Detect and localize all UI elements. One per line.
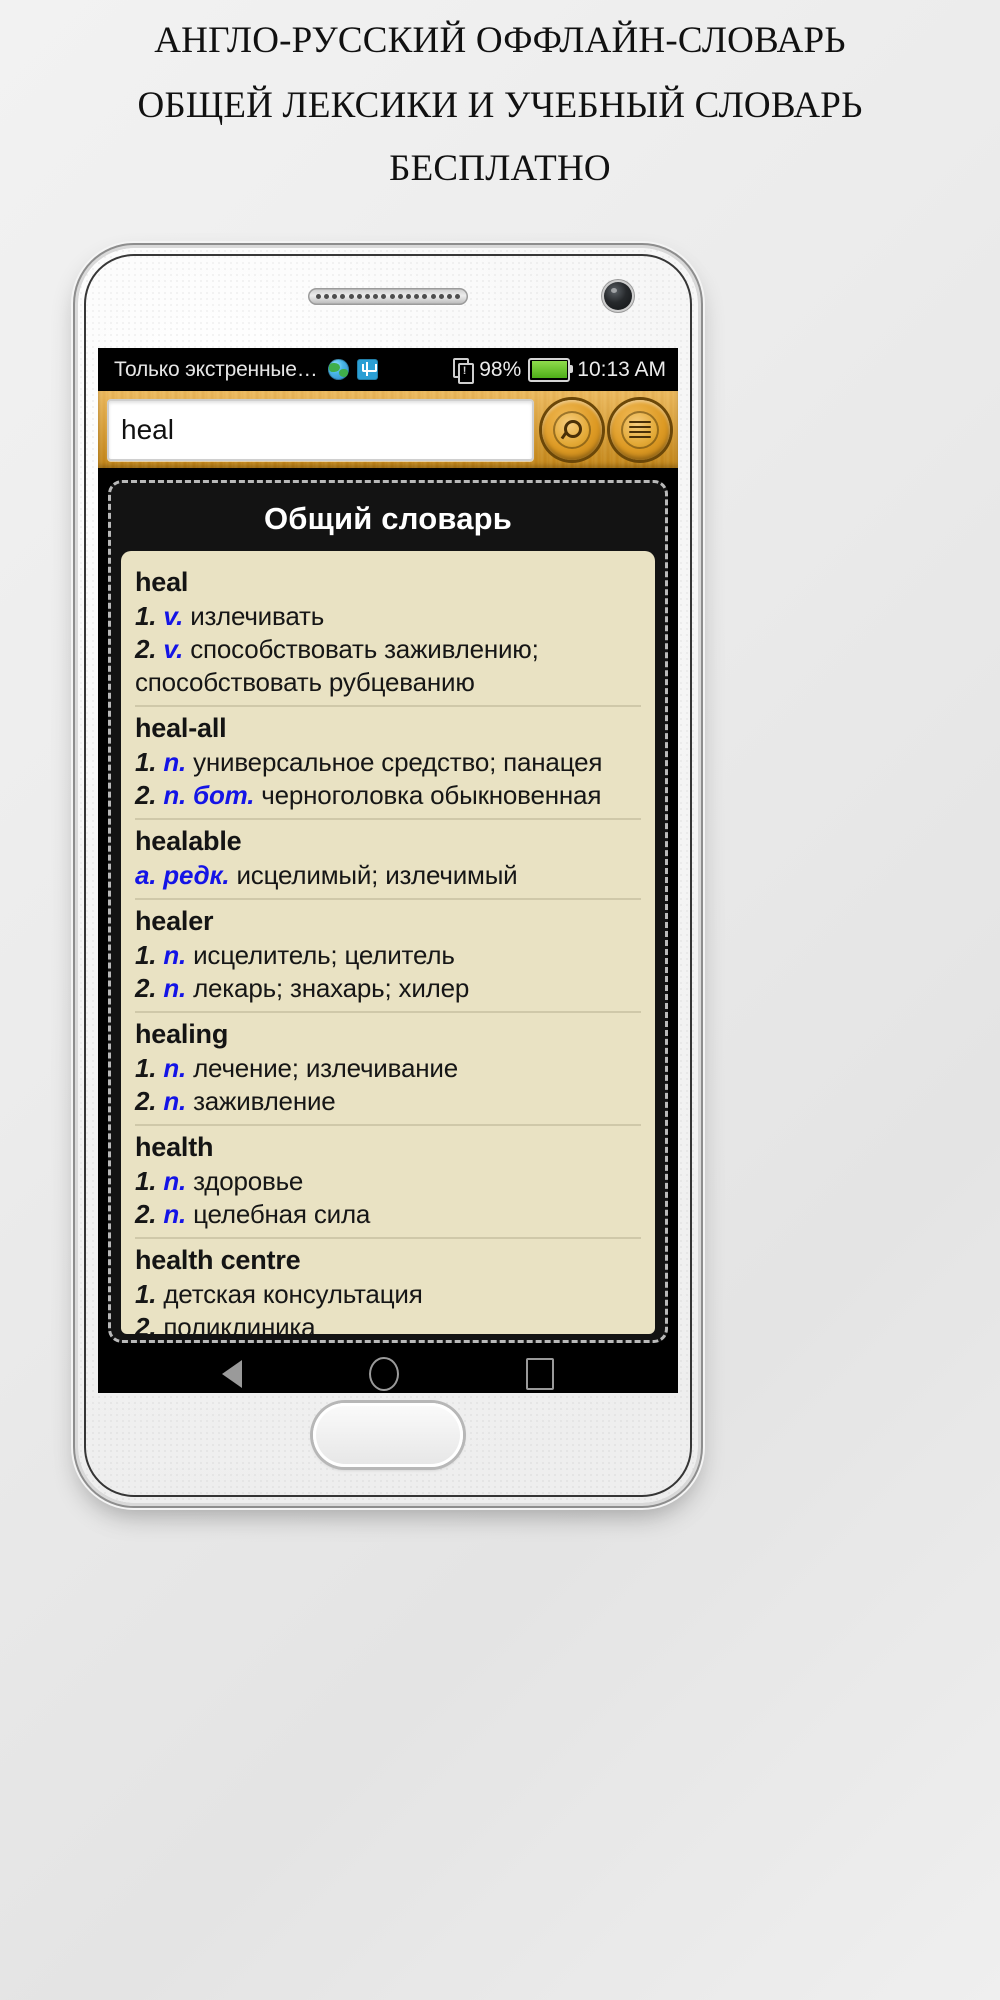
back-triangle-icon[interactable]	[221, 1360, 242, 1388]
sense: a. редк. исцелимый; излечимый	[135, 859, 641, 892]
menu-button[interactable]	[610, 399, 670, 460]
sense-text: лекарь; знахарь; хилер	[193, 973, 470, 1004]
sense: 2. v. способствовать заживлению; способс…	[135, 633, 641, 700]
sense-text: черноголовка обыкновенная	[261, 780, 602, 811]
headword: healable	[135, 826, 242, 857]
headword: heal-all	[135, 713, 227, 744]
dictionary-content: Общий словарь heal 1. v. излечивать 2. v…	[98, 468, 678, 1343]
sense: 1. n. лечение; излечивание	[135, 1052, 641, 1085]
headword: healing	[135, 1019, 229, 1050]
sense-text: заживление	[193, 1086, 336, 1117]
headline-line-3: БЕСПЛАТНО	[389, 148, 611, 189]
globe-icon	[327, 359, 349, 380]
search-button[interactable]	[542, 399, 602, 460]
sense: 1. n. исцелитель; целитель	[135, 939, 641, 972]
part-of-speech: n.	[163, 1199, 187, 1230]
home-button[interactable]	[313, 1403, 463, 1467]
sense: 2. n. лекарь; знахарь; хилер	[135, 972, 641, 1005]
list-item[interactable]: heal 1. v. излечивать 2. v. способствова…	[135, 561, 641, 708]
sense-number: 1.	[135, 1165, 157, 1196]
carrier-label: Только экстренные…	[114, 357, 318, 381]
part-of-speech: n.	[163, 1052, 187, 1083]
headword: heal	[135, 567, 189, 597]
sense-text: лечение; излечивание	[193, 1052, 458, 1083]
part-of-speech: n.	[163, 1086, 187, 1117]
sense: 2. n. заживление	[135, 1085, 641, 1118]
part-of-speech: v.	[163, 633, 184, 664]
sense: 1. n. здоровье	[135, 1165, 641, 1198]
search-toolbar: heal	[98, 391, 678, 468]
sense-text: поликлиника	[163, 1312, 316, 1334]
sense-text: детская консультация	[163, 1279, 423, 1310]
list-item[interactable]: heal-all 1. n. универсальное средство; п…	[135, 707, 641, 821]
sense-number: 2.	[135, 633, 157, 664]
headline-line-1: АНГЛО-РУССКИЙ ОФФЛАЙН-СЛОВАРЬ	[154, 20, 846, 61]
sense: 1. n. универсальное средство; панацея	[135, 746, 641, 779]
list-item[interactable]: healer 1. n. исцелитель; целитель 2. n. …	[135, 900, 641, 1014]
sense-text: универсальное средство; панацея	[193, 746, 603, 777]
recent-apps-icon[interactable]	[526, 1358, 555, 1390]
sense: 1. v. излечивать	[135, 600, 641, 633]
entry-list[interactable]: heal 1. v. излечивать 2. v. способствова…	[121, 551, 655, 1334]
sense-number: 1.	[135, 1052, 157, 1083]
sense: 2. поликлиника	[135, 1311, 641, 1334]
part-of-speech: n.	[163, 746, 187, 777]
headline-line-2: ОБЩЕЙ ЛЕКСИКИ И УЧЕБНЫЙ СЛОВАРЬ	[137, 85, 863, 126]
sense-number: 2.	[135, 1086, 157, 1117]
part-of-speech: n. бот.	[163, 780, 255, 811]
list-item[interactable]: healable a. редк. исцелимый; излечимый	[135, 820, 641, 901]
promo-headline: АНГЛО-РУССКИЙ ОФФЛАЙН-СЛОВАРЬ ОБЩЕЙ ЛЕКС…	[0, 22, 1000, 187]
part-of-speech: n.	[163, 973, 187, 1004]
sd-card-alert-icon: !	[453, 358, 475, 384]
dictionary-panel: Общий словарь heal 1. v. излечивать 2. v…	[108, 480, 668, 1343]
battery-percent-label: 98%	[479, 357, 522, 381]
android-navigation-bar	[98, 1343, 678, 1393]
battery-icon	[528, 357, 574, 382]
list-item[interactable]: health 1. n. здоровье 2. n. целебная сил…	[135, 1126, 641, 1240]
sense-text: здоровье	[193, 1165, 304, 1196]
sense-number: 1.	[135, 939, 157, 970]
sense-number: 2.	[135, 1199, 157, 1230]
part-of-speech: n.	[163, 1165, 187, 1196]
sense-text: целебная сила	[193, 1199, 371, 1230]
status-bar: Только экстренные… ! 98% 10:13 AM	[98, 348, 678, 391]
menu-icon	[629, 420, 651, 439]
phone-screen: Только экстренные… ! 98% 10:13 AM heal О…	[98, 348, 678, 1393]
sense-text: излечивать	[190, 600, 325, 631]
status-right-cluster: ! 98% 10:13 AM	[453, 357, 666, 384]
sense-text: исцелимый; излечимый	[236, 859, 518, 890]
clock-label: 10:13 AM	[577, 357, 666, 381]
headword: health	[135, 1132, 214, 1163]
usb-icon	[356, 359, 378, 380]
search-input[interactable]: heal	[107, 398, 534, 461]
sense-number: 2.	[135, 973, 157, 1004]
list-item[interactable]: healing 1. n. лечение; излечивание 2. n.…	[135, 1013, 641, 1127]
sense-number: 1.	[135, 746, 157, 777]
part-of-speech: v.	[163, 600, 184, 631]
sense-text: исцелитель; целитель	[193, 939, 455, 970]
headword: healer	[135, 906, 214, 937]
search-icon	[562, 419, 582, 440]
earpiece-speaker-icon	[308, 288, 468, 305]
part-of-speech: a. редк.	[135, 859, 230, 890]
front-camera-icon	[604, 282, 632, 310]
headword: health centre	[135, 1245, 301, 1276]
sense: 2. n. целебная сила	[135, 1198, 641, 1231]
phone-mockup: Только экстренные… ! 98% 10:13 AM heal О…	[78, 248, 698, 1503]
sense-text: способствовать заживлению; способствоват…	[135, 633, 539, 698]
sense-number: 1.	[135, 600, 157, 631]
sense: 1. детская консультация	[135, 1278, 641, 1311]
sense: 2. n. бот. черноголовка обыкновенная	[135, 779, 641, 812]
sense-number: 2.	[135, 1312, 157, 1334]
status-icons	[327, 359, 378, 380]
home-circle-icon[interactable]	[368, 1357, 399, 1391]
part-of-speech: n.	[163, 939, 187, 970]
list-item[interactable]: health centre 1. детская консультация 2.…	[135, 1239, 641, 1334]
sense-number: 2.	[135, 780, 157, 811]
sense-number: 1.	[135, 1279, 157, 1310]
panel-title: Общий словарь	[263, 501, 513, 536]
